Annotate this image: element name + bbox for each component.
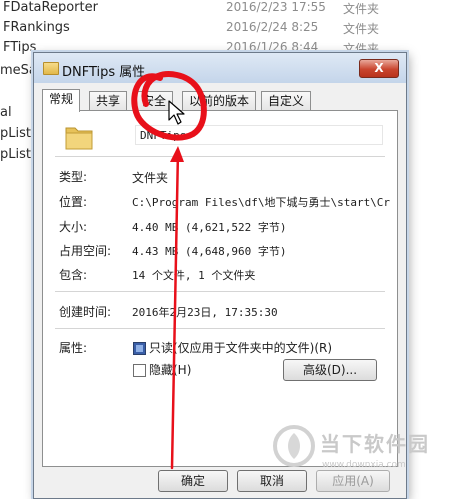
list-item-name: FRankings <box>3 20 70 35</box>
size-on-disk-label: 占用空间: <box>59 244 112 258</box>
list-item-name[interactable]: meSa <box>0 63 37 78</box>
folder-name-input[interactable]: DNFTips <box>135 125 383 145</box>
watermark-url: www.downxia.com <box>322 460 406 470</box>
created-value: 2016年2月23日, 17:35:30 <box>132 306 278 319</box>
location-value: C:\Program Files\df\地下城与勇士\start\Cr <box>132 196 390 209</box>
close-button[interactable]: X <box>359 59 399 78</box>
folder-icon <box>43 62 59 75</box>
readonly-checkbox[interactable] <box>133 342 146 355</box>
brand-logo-icon <box>273 425 315 467</box>
readonly-label[interactable]: 只读(仅应用于文件夹中的文件)(R) <box>149 339 332 356</box>
dialog-titlebar[interactable]: DNFTips 属性 X <box>34 53 406 83</box>
size-label: 大小: <box>59 220 88 234</box>
list-item-date: 2016/2/23 17:55 <box>226 0 326 14</box>
attributes-label: 属性: <box>59 341 88 355</box>
tab-customize[interactable]: 自定义 <box>261 91 312 111</box>
list-item-name: FDataReporter <box>3 0 98 15</box>
location-label: 位置: <box>59 195 88 209</box>
list-item-date: 2016/2/24 8:25 <box>226 20 319 34</box>
type-value: 文件夹 <box>132 171 169 185</box>
divider <box>55 328 385 329</box>
hidden-checkbox[interactable] <box>133 364 146 377</box>
cancel-button[interactable]: 取消 <box>237 470 307 492</box>
size-value: 4.40 MB (4,621,522 字节) <box>132 221 287 234</box>
folder-icon <box>65 127 93 150</box>
contains-value: 14 个文件, 1 个文件夹 <box>132 269 256 282</box>
tab-sharing[interactable]: 共享 <box>89 91 128 111</box>
type-label: 类型: <box>59 170 88 184</box>
mouse-cursor-icon <box>168 100 185 125</box>
dialog-title: DNFTips 属性 <box>62 65 146 80</box>
list-item-name: FTips <box>3 40 37 55</box>
created-label: 创建时间: <box>59 305 112 319</box>
apply-button[interactable]: 应用(A) <box>316 470 390 492</box>
list-item-type: 文件夹 <box>343 2 380 16</box>
list-item[interactable]: FRankings 2016/2/24 8:25 文件夹 <box>0 20 453 40</box>
list-item-name[interactable]: al <box>0 105 12 120</box>
tab-bar: 常规 共享 安全 以前的版本 自定义 <box>42 89 398 112</box>
general-tab-panel: DNFTips 类型: 文件夹 位置: C:\Program Files\df\… <box>42 110 398 467</box>
watermark-brand: 当下软件园 <box>320 432 430 456</box>
divider <box>55 291 385 292</box>
size-on-disk-value: 4.43 MB (4,648,960 字节) <box>132 245 287 258</box>
tab-general[interactable]: 常规 <box>42 89 81 112</box>
list-item-type: 文件夹 <box>343 22 380 36</box>
list-item[interactable]: FDataReporter 2016/2/23 17:55 文件夹 <box>0 0 453 20</box>
advanced-button[interactable]: 高级(D)... <box>283 359 377 381</box>
list-item-name[interactable]: pList. <box>0 126 35 141</box>
divider <box>55 156 385 157</box>
ok-button[interactable]: 确定 <box>158 470 228 492</box>
list-item-name[interactable]: pList. <box>0 147 35 162</box>
hidden-label[interactable]: 隐藏(H) <box>149 361 191 378</box>
contains-label: 包含: <box>59 268 88 282</box>
tab-previous-versions[interactable]: 以前的版本 <box>182 91 257 111</box>
